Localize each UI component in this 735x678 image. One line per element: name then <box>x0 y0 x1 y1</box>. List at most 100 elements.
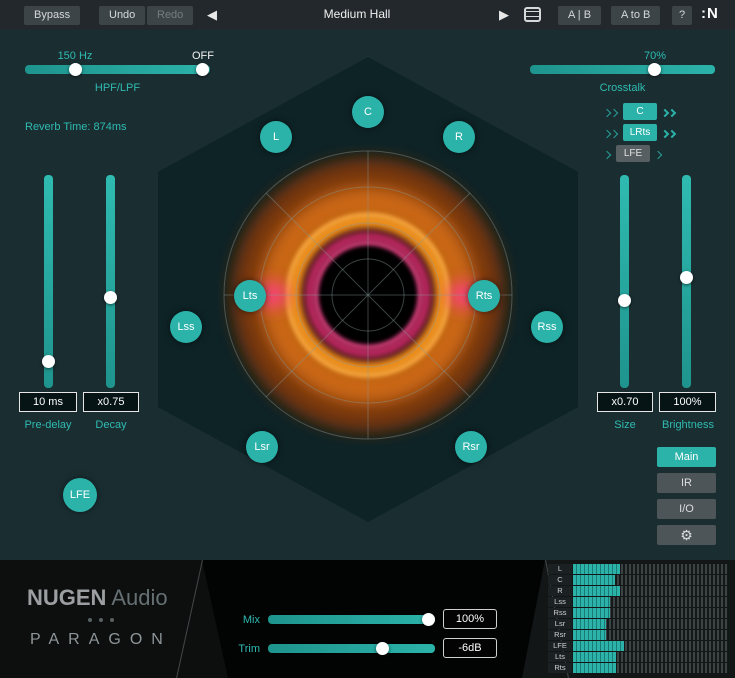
top-toolbar: Bypass Undo Redo ◀ Medium Hall ▶ A | B A… <box>0 0 735 30</box>
pre-delay-label: Pre-delay <box>14 419 82 431</box>
trim-value[interactable]: -6dB <box>443 638 497 658</box>
meter-bar <box>573 663 728 673</box>
meter-bar <box>573 597 728 607</box>
io-tab-button[interactable]: I/O <box>657 499 716 519</box>
mix-slider-track[interactable] <box>268 615 435 624</box>
routing-row-lfe: LFE <box>604 144 662 163</box>
routing-output-icon[interactable] <box>662 124 676 142</box>
brand-name-light: Audio <box>111 585 167 610</box>
a-to-b-button[interactable]: A to B <box>611 6 660 25</box>
meter-row: LFE <box>548 641 728 651</box>
decay-value[interactable]: x0.75 <box>83 392 139 412</box>
footer-bar: NUGEN Audio PARAGON Mix 100% Trim -6dB L… <box>0 560 735 678</box>
redo-button[interactable]: Redo <box>147 6 193 25</box>
pre-delay-fader-handle[interactable] <box>42 355 55 368</box>
meter-bar <box>573 652 728 662</box>
meter-bar <box>573 564 728 574</box>
settings-gear-icon[interactable]: ⚙ <box>657 525 716 545</box>
hpf-lpf-slider-track[interactable] <box>25 65 210 74</box>
mix-slider-handle[interactable] <box>422 613 435 626</box>
meter-channel-label: Rts <box>548 663 572 673</box>
help-button[interactable]: ? <box>672 6 692 25</box>
meter-row: Lsr <box>548 619 728 629</box>
routing-c-button[interactable]: C <box>623 103 657 120</box>
routing-row-c: C <box>604 102 676 121</box>
routing-input-icon[interactable] <box>604 103 618 121</box>
channel-node-rts[interactable]: Rts <box>468 280 500 312</box>
trim-slider-handle[interactable] <box>376 642 389 655</box>
routing-input-icon[interactable] <box>604 145 611 163</box>
routing-lfe-button[interactable]: LFE <box>616 145 650 162</box>
channel-node-rss[interactable]: Rss <box>531 311 563 343</box>
paragon-plugin-window: Bypass Undo Redo ◀ Medium Hall ▶ A | B A… <box>0 0 735 678</box>
routing-output-icon[interactable] <box>662 103 676 121</box>
main-tab-button[interactable]: Main <box>657 447 716 467</box>
undo-button[interactable]: Undo <box>99 6 145 25</box>
meter-channel-label: Lss <box>548 597 572 607</box>
preset-name[interactable]: Medium Hall <box>267 7 447 21</box>
meter-channel-label: L <box>548 564 572 574</box>
decay-fader-track[interactable] <box>106 175 115 388</box>
channel-node-lts[interactable]: Lts <box>234 280 266 312</box>
brightness-fader-handle[interactable] <box>680 271 693 284</box>
channel-node-rsr[interactable]: Rsr <box>455 431 487 463</box>
lpf-value-label: OFF <box>178 50 228 62</box>
brand-dots <box>88 618 114 622</box>
trim-slider-track[interactable] <box>268 644 435 653</box>
crosstalk-slider-handle[interactable] <box>648 63 661 76</box>
meter-bar <box>573 608 728 618</box>
ir-tab-button[interactable]: IR <box>657 473 716 493</box>
ab-compare-button[interactable]: A | B <box>558 6 601 25</box>
channel-node-r[interactable]: R <box>443 121 475 153</box>
meter-channel-label: Lsr <box>548 619 572 629</box>
meter-channel-label: R <box>548 586 572 596</box>
brand-name-bold: NUGEN <box>27 585 106 610</box>
decay-label: Decay <box>83 419 139 431</box>
previous-preset-icon[interactable]: ◀ <box>207 6 217 24</box>
lpf-slider-handle[interactable] <box>196 63 209 76</box>
meter-channel-label: Rss <box>548 608 572 618</box>
meter-row: R <box>548 586 728 596</box>
channel-node-lsr[interactable]: Lsr <box>246 431 278 463</box>
brand-panel <box>0 560 228 678</box>
meter-row: Lts <box>548 652 728 662</box>
meter-bar <box>573 630 728 640</box>
crosstalk-value-label: 70% <box>625 50 685 62</box>
crosstalk-slider-track[interactable] <box>530 65 715 74</box>
routing-lrts-button[interactable]: LRts <box>623 124 657 141</box>
next-preset-icon[interactable]: ▶ <box>499 6 509 24</box>
crosstalk-label: Crosstalk <box>530 82 715 94</box>
mix-value[interactable]: 100% <box>443 609 497 629</box>
routing-input-icon[interactable] <box>604 124 618 142</box>
size-fader-track[interactable] <box>620 175 629 388</box>
brightness-value[interactable]: 100% <box>659 392 716 412</box>
meter-row: Rts <box>548 663 728 673</box>
pre-delay-value[interactable]: 10 ms <box>19 392 77 412</box>
preset-list-icon[interactable] <box>524 7 541 22</box>
mix-label: Mix <box>222 614 260 626</box>
channel-node-l[interactable]: L <box>260 121 292 153</box>
meter-bar <box>573 586 728 596</box>
output-meters: L C R Lss Rss Lsr Rsr LFE Lts Rts <box>548 564 728 674</box>
meter-row: Rsr <box>548 630 728 640</box>
hpf-slider-handle[interactable] <box>69 63 82 76</box>
channel-node-lss[interactable]: Lss <box>170 311 202 343</box>
meter-row: Rss <box>548 608 728 618</box>
channel-node-c[interactable]: C <box>352 96 384 128</box>
decay-fader-handle[interactable] <box>104 291 117 304</box>
routing-row-lrts: LRts <box>604 123 676 142</box>
routing-output-icon[interactable] <box>655 145 662 163</box>
size-label: Size <box>597 419 653 431</box>
size-value[interactable]: x0.70 <box>597 392 653 412</box>
hpf-value-label: 150 Hz <box>45 50 105 62</box>
meter-channel-label: LFE <box>548 641 572 651</box>
trim-label: Trim <box>222 643 260 655</box>
size-fader-handle[interactable] <box>618 294 631 307</box>
brand-logo: NUGEN Audio <box>27 585 168 611</box>
product-name: PARAGON <box>30 631 172 649</box>
nugen-n-logo: :N <box>701 5 719 22</box>
channel-node-lfe[interactable]: LFE <box>63 478 97 512</box>
meter-row: L <box>548 564 728 574</box>
bypass-button[interactable]: Bypass <box>24 6 80 25</box>
reverb-time-readout: Reverb Time: 874ms <box>25 121 126 133</box>
